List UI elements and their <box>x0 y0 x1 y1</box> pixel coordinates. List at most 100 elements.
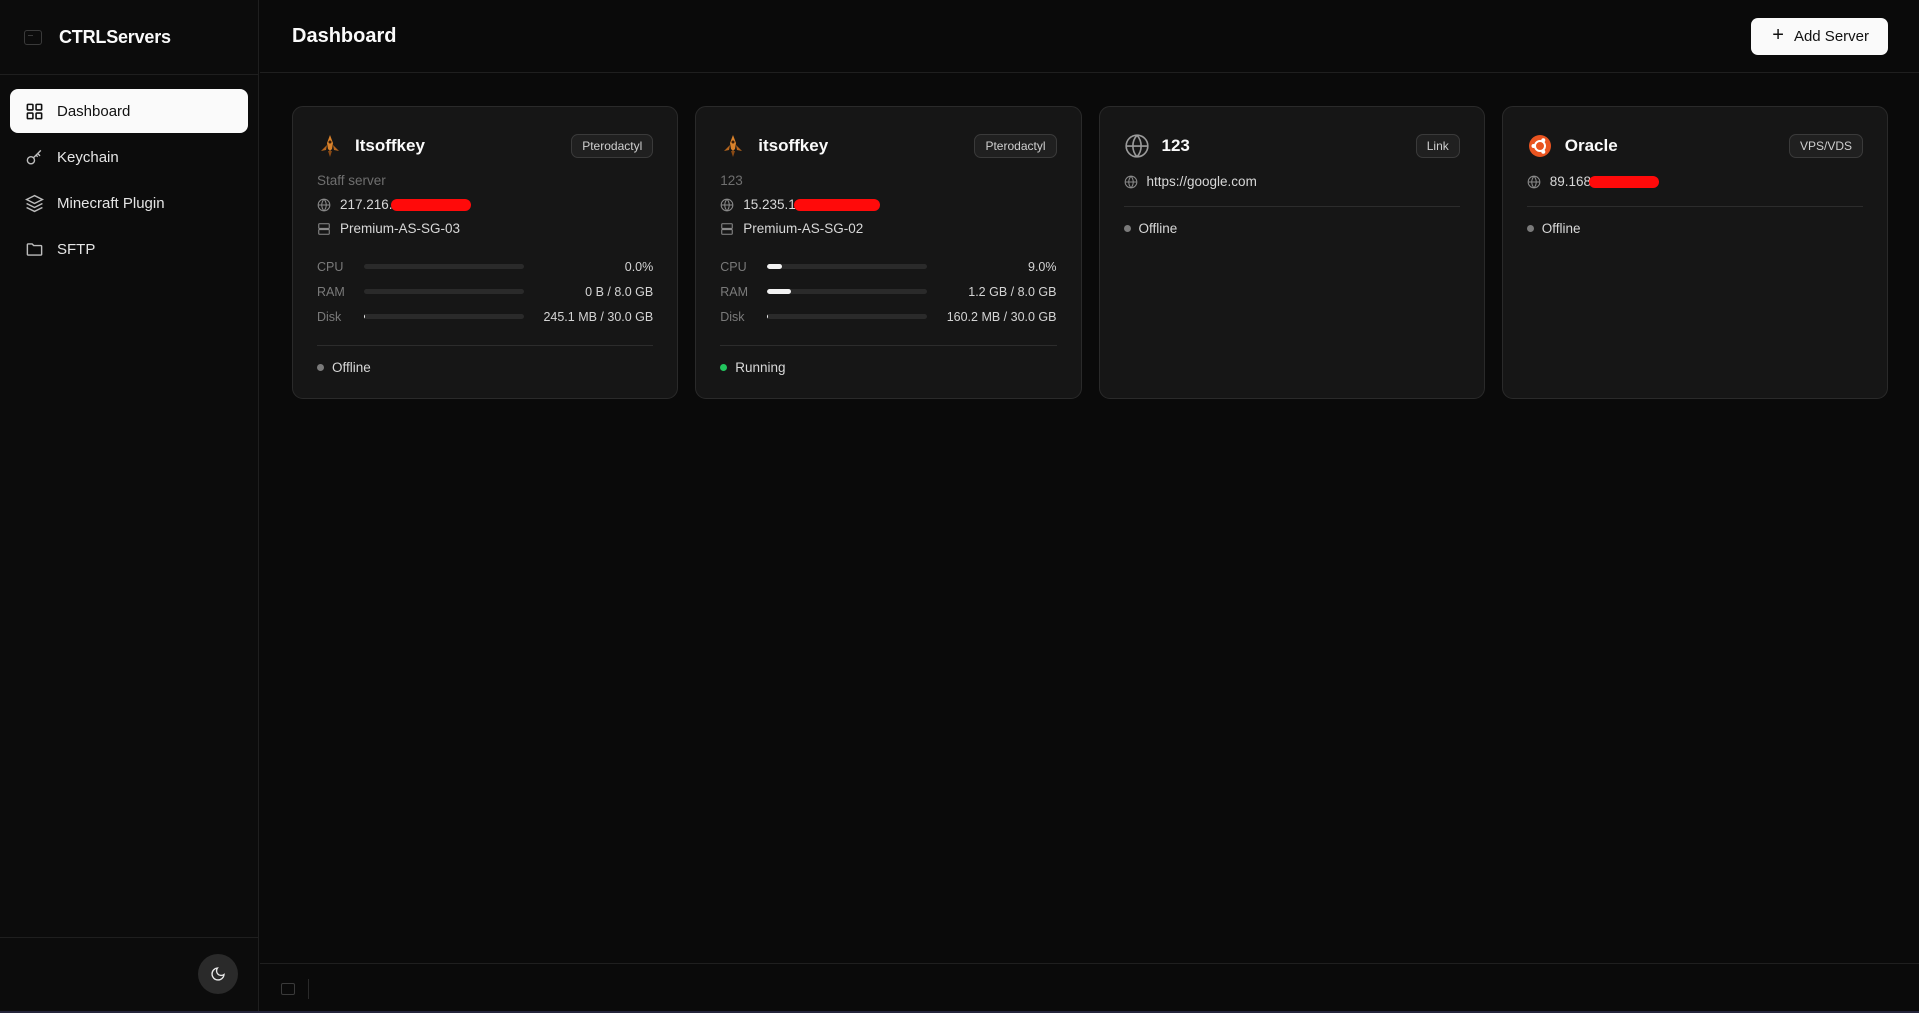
server-metrics: CPU 9.0% RAM 1.2 GB / 8.0 GB Disk 160.2 … <box>720 254 1056 329</box>
status-label: Offline <box>332 360 371 375</box>
brand[interactable]: CTRLServers <box>0 0 258 75</box>
top-header: Dashboard + Add Server <box>260 0 1919 73</box>
server-status: Offline <box>1123 221 1460 236</box>
terminal-icon[interactable] <box>281 982 295 995</box>
sidebar-item-sftp[interactable]: SFTP <box>10 227 248 271</box>
status-dot <box>1526 225 1534 232</box>
status-dot <box>720 364 728 371</box>
server-node-row: Premium-AS-SG-03 <box>317 221 653 236</box>
ubuntu-icon <box>1527 133 1553 159</box>
server-type-badge: Pterodactyl <box>974 134 1057 158</box>
bottom-separator <box>308 978 309 999</box>
folder-icon <box>26 242 43 256</box>
server-status: Running <box>720 360 1056 375</box>
server-ip: 15.235.1 <box>743 197 796 212</box>
sidebar-nav: Dashboard Keychain Minecraft Plugin SFTP <box>0 75 258 287</box>
server-metrics: CPU 0.0% RAM 0 B / 8.0 GB Disk 245.1 MB … <box>317 254 653 329</box>
metric-ram: RAM 1.2 GB / 8.0 GB <box>720 284 1057 299</box>
sidebar-item-label: SFTP <box>57 240 96 258</box>
moon-icon <box>211 967 225 981</box>
server-card[interactable]: itsoffkey Pterodactyl 123 15.235.1 Premi… <box>695 106 1082 399</box>
disk-bar-fill <box>364 314 366 319</box>
disk-bar-fill <box>767 314 769 319</box>
cpu-bar-fill <box>767 264 782 269</box>
sidebar-item-keychain[interactable]: Keychain <box>10 135 248 179</box>
server-card[interactable]: Itsoffkey Pterodactyl Staff server 217.2… <box>292 106 679 399</box>
plus-icon: + <box>1772 24 1784 46</box>
dashboard-main: Itsoffkey Pterodactyl Staff server 217.2… <box>260 74 1919 963</box>
metric-disk: Disk 245.1 MB / 30.0 GB <box>317 309 654 324</box>
server-card-list: Itsoffkey Pterodactyl Staff server 217.2… <box>292 106 1888 399</box>
globe-icon <box>720 198 734 211</box>
server-name: Oracle <box>1564 136 1618 155</box>
metric-cpu: CPU 0.0% <box>317 259 654 274</box>
globe-icon <box>1124 175 1137 188</box>
metric-disk: Disk 160.2 MB / 30.0 GB <box>720 309 1057 324</box>
globe-icon <box>317 198 331 211</box>
grid-icon <box>26 103 43 119</box>
server-url-row: https://google.com <box>1124 174 1460 189</box>
card-divider <box>1123 206 1460 207</box>
pterodactyl-icon <box>317 133 343 159</box>
app-name: CTRLServers <box>59 26 171 47</box>
sidebar-footer <box>0 937 258 1013</box>
sidebar-item-label: Keychain <box>57 148 119 166</box>
globe-icon <box>1527 175 1541 188</box>
redaction-mark <box>1589 175 1660 188</box>
metric-cpu: CPU 9.0% <box>720 259 1057 274</box>
add-server-button[interactable]: + Add Server <box>1751 17 1888 55</box>
key-icon <box>26 149 42 165</box>
server-status: Offline <box>317 360 653 375</box>
ram-bar <box>364 289 524 294</box>
server-url[interactable]: https://google.com <box>1147 174 1257 189</box>
status-dot <box>317 364 324 371</box>
add-server-label: Add Server <box>1793 27 1869 45</box>
server-node-row: Premium-AS-SG-02 <box>720 221 1056 236</box>
redaction-mark <box>390 198 471 211</box>
server-name: 123 <box>1161 136 1190 155</box>
server-ip-row: 89.168 <box>1527 174 1863 189</box>
sidebar-item-minecraft-plugin[interactable]: Minecraft Plugin <box>10 181 248 225</box>
server-ip: 217.216. <box>340 197 393 212</box>
server-type-badge: Link <box>1415 134 1460 158</box>
server-description: 123 <box>720 173 743 188</box>
theme-toggle-button[interactable] <box>198 954 238 994</box>
status-label: Running <box>735 360 786 375</box>
pterodactyl-icon <box>720 133 746 159</box>
server-description: Staff server <box>317 173 386 188</box>
page-title: Dashboard <box>292 24 397 47</box>
card-divider <box>720 345 1057 346</box>
ram-bar <box>767 289 928 294</box>
sidebar: CTRLServers Dashboard Keychain Minecraft… <box>0 0 259 1013</box>
server-ip-row: 217.216. <box>317 197 653 212</box>
disk-bar <box>767 314 928 319</box>
server-icon <box>318 222 330 235</box>
metric-ram: RAM 0 B / 8.0 GB <box>317 284 654 299</box>
bottom-bar <box>260 963 1919 1013</box>
ram-bar-fill <box>767 289 792 294</box>
server-node: Premium-AS-SG-02 <box>743 221 864 236</box>
layers-icon <box>25 194 44 212</box>
cpu-bar <box>364 264 524 269</box>
cpu-bar <box>767 264 928 269</box>
server-type-badge: VPS/VDS <box>1788 134 1863 158</box>
server-ip-row: 15.235.1 <box>720 197 1056 212</box>
server-type-badge: Pterodactyl <box>571 134 654 158</box>
sidebar-item-dashboard[interactable]: Dashboard <box>10 89 248 133</box>
card-divider <box>317 345 654 346</box>
server-node: Premium-AS-SG-03 <box>340 221 461 236</box>
server-name: itsoffkey <box>758 136 829 155</box>
terminal-icon <box>24 29 42 45</box>
server-status: Offline <box>1526 221 1863 236</box>
card-divider <box>1526 206 1863 207</box>
server-name: Itsoffkey <box>355 136 425 155</box>
status-label: Offline <box>1541 221 1581 236</box>
status-label: Offline <box>1138 221 1178 236</box>
server-card[interactable]: 123 Link https://google.com Offline <box>1098 106 1485 399</box>
disk-bar <box>364 314 524 319</box>
server-icon <box>721 222 734 235</box>
server-ip: 89.168 <box>1549 174 1592 189</box>
redaction-mark <box>793 198 880 211</box>
server-card[interactable]: Oracle VPS/VDS 89.168 Offline <box>1501 106 1888 399</box>
status-dot <box>1123 225 1131 232</box>
